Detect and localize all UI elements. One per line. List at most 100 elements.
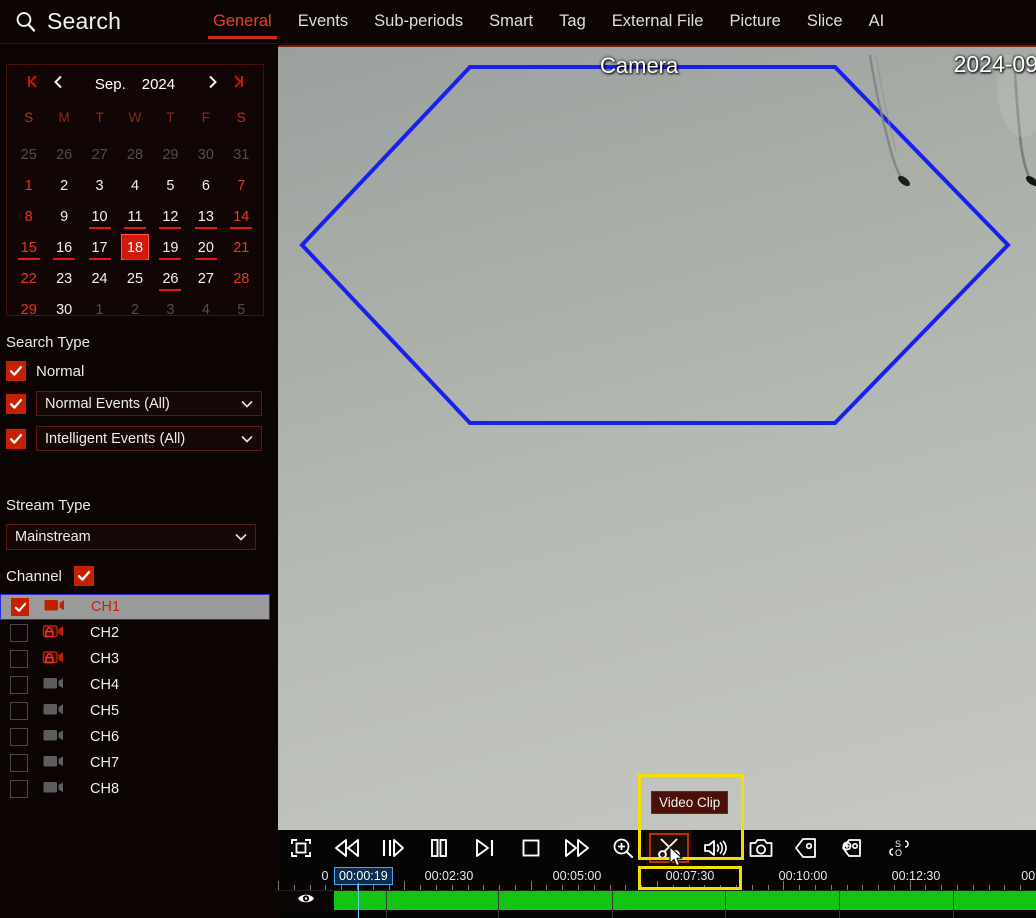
calendar-first-year-button[interactable] [19, 74, 45, 94]
timeline-playhead[interactable] [358, 883, 359, 918]
calendar-day-adjacent[interactable]: 28 [117, 139, 152, 170]
calendar-day-adjacent[interactable]: 3 [153, 294, 188, 325]
calendar-day-20[interactable]: 20 [188, 232, 223, 263]
tab-sub-periods[interactable]: Sub-periods [361, 0, 476, 44]
tab-general[interactable]: General [200, 0, 285, 44]
calendar-day-adjacent[interactable]: 30 [188, 139, 223, 170]
snapshot-button[interactable] [738, 830, 784, 866]
calendar-day-3[interactable]: 3 [82, 170, 117, 201]
channel-checkbox-ch6[interactable] [10, 728, 28, 746]
channel-row-ch8[interactable]: CH8 [0, 776, 278, 802]
calendar-day-30[interactable]: 30 [46, 294, 81, 325]
normal-checkbox[interactable] [6, 361, 26, 381]
calendar-day-26[interactable]: 26 [153, 263, 188, 294]
tab-events[interactable]: Events [285, 0, 361, 44]
channel-checkbox-ch8[interactable] [10, 780, 28, 798]
channel-checkbox-ch3[interactable] [10, 650, 28, 668]
rewind-button[interactable] [324, 830, 370, 866]
timeline[interactable]: 0 00:02:30 00:05:00 00:07:30 00:10:00 00:12:3… [278, 866, 1036, 918]
tab-smart[interactable]: Smart [476, 0, 546, 44]
digital-zoom-button[interactable] [600, 830, 646, 866]
stream-type-select[interactable]: Mainstream [6, 524, 256, 550]
tab-picture[interactable]: Picture [716, 0, 793, 44]
calendar-day-adjacent[interactable]: 29 [153, 139, 188, 170]
calendar-day-29[interactable]: 29 [11, 294, 46, 325]
calendar-day-4[interactable]: 4 [117, 170, 152, 201]
calendar-day-9[interactable]: 9 [46, 201, 81, 232]
intelligent-events-select[interactable]: Intelligent Events (All) [36, 426, 262, 451]
slow-forward-button[interactable] [370, 830, 416, 866]
channel-header: Channel [6, 566, 278, 586]
calendar-day-adjacent[interactable]: 4 [188, 294, 223, 325]
calendar-day-18[interactable]: 18 [117, 232, 152, 263]
channel-row-ch6[interactable]: CH6 [0, 724, 278, 750]
timeline-visibility-toggle[interactable] [278, 891, 334, 911]
calendar-day-10[interactable]: 10 [82, 201, 117, 232]
calendar-day-23[interactable]: 23 [46, 263, 81, 294]
stop-button[interactable] [508, 830, 554, 866]
calendar-day-19[interactable]: 19 [153, 232, 188, 263]
add-tag-button[interactable] [830, 830, 876, 866]
calendar-last-year-button[interactable] [225, 74, 251, 94]
next-frame-button[interactable] [462, 830, 508, 866]
channel-row-ch1[interactable]: CH1 [0, 594, 270, 620]
channel-row-ch2[interactable]: CH2 [0, 620, 278, 646]
calendar-day-21[interactable]: 21 [224, 232, 259, 263]
channel-checkbox-ch5[interactable] [10, 702, 28, 720]
calendar-prev-month-button[interactable] [45, 74, 71, 94]
calendar-day-27[interactable]: 27 [188, 263, 223, 294]
calendar-day-24[interactable]: 24 [82, 263, 117, 294]
calendar-day-adjacent[interactable]: 1 [82, 294, 117, 325]
normal-events-checkbox[interactable] [6, 393, 26, 414]
calendar-day-22[interactable]: 22 [11, 263, 46, 294]
timeline-ruler[interactable]: 0 00:02:30 00:05:00 00:07:30 00:10:00 00:12:3… [278, 866, 1036, 890]
tab-tag[interactable]: Tag [546, 0, 599, 44]
calendar-day-1[interactable]: 1 [11, 170, 46, 201]
tab-bar: General Events Sub-periods Smart Tag Ext… [200, 0, 897, 44]
intelligent-events-checkbox[interactable] [6, 428, 26, 449]
calendar-day-adjacent[interactable]: 2 [117, 294, 152, 325]
channel-checkbox-ch7[interactable] [10, 754, 28, 772]
channel-checkbox-ch2[interactable] [10, 624, 28, 642]
calendar-day-15[interactable]: 15 [11, 232, 46, 263]
tab-ai[interactable]: AI [856, 0, 898, 44]
calendar-next-month-button[interactable] [199, 74, 225, 94]
channel-row-ch4[interactable]: CH4 [0, 672, 278, 698]
fullscreen-button[interactable] [278, 830, 324, 866]
calendar-day-5[interactable]: 5 [153, 170, 188, 201]
tag-button[interactable] [784, 830, 830, 866]
calendar-day-28[interactable]: 28 [224, 263, 259, 294]
channel-row-ch5[interactable]: CH5 [0, 698, 278, 724]
calendar-day-adjacent[interactable]: 25 [11, 139, 46, 170]
channel-row-ch3[interactable]: CH3 [0, 646, 278, 672]
calendar-day-8[interactable]: 8 [11, 201, 46, 232]
calendar-day-11[interactable]: 11 [117, 201, 152, 232]
calendar-day-6[interactable]: 6 [188, 170, 223, 201]
normal-events-select[interactable]: Normal Events (All) [36, 391, 262, 416]
fast-forward-button[interactable] [554, 830, 600, 866]
calendar-day-adjacent[interactable]: 26 [46, 139, 81, 170]
calendar-day-25[interactable]: 25 [117, 263, 152, 294]
timeline-track[interactable] [278, 890, 1036, 911]
tab-external-file[interactable]: External File [599, 0, 717, 44]
channel-all-checkbox[interactable] [73, 566, 94, 586]
calendar-day-17[interactable]: 17 [82, 232, 117, 263]
calendar-day-2[interactable]: 2 [46, 170, 81, 201]
volume-button[interactable] [692, 830, 738, 866]
calendar-day-adjacent[interactable]: 31 [224, 139, 259, 170]
video-preview[interactable]: Camera 2024-09 [278, 45, 1036, 830]
channel-row-ch7[interactable]: CH7 [0, 750, 278, 776]
smart-search-button[interactable]: S O [876, 830, 922, 866]
calendar-day-16[interactable]: 16 [46, 232, 81, 263]
calendar-day-14[interactable]: 14 [224, 201, 259, 232]
calendar-day-7[interactable]: 7 [224, 170, 259, 201]
tab-slice[interactable]: Slice [794, 0, 856, 44]
channel-checkbox-ch1[interactable] [11, 598, 29, 616]
recording-segment-bar[interactable] [334, 891, 1036, 911]
calendar-day-12[interactable]: 12 [153, 201, 188, 232]
calendar-day-adjacent[interactable]: 27 [82, 139, 117, 170]
calendar-day-adjacent[interactable]: 5 [224, 294, 259, 325]
channel-checkbox-ch4[interactable] [10, 676, 28, 694]
pause-button[interactable] [416, 830, 462, 866]
calendar-day-13[interactable]: 13 [188, 201, 223, 232]
